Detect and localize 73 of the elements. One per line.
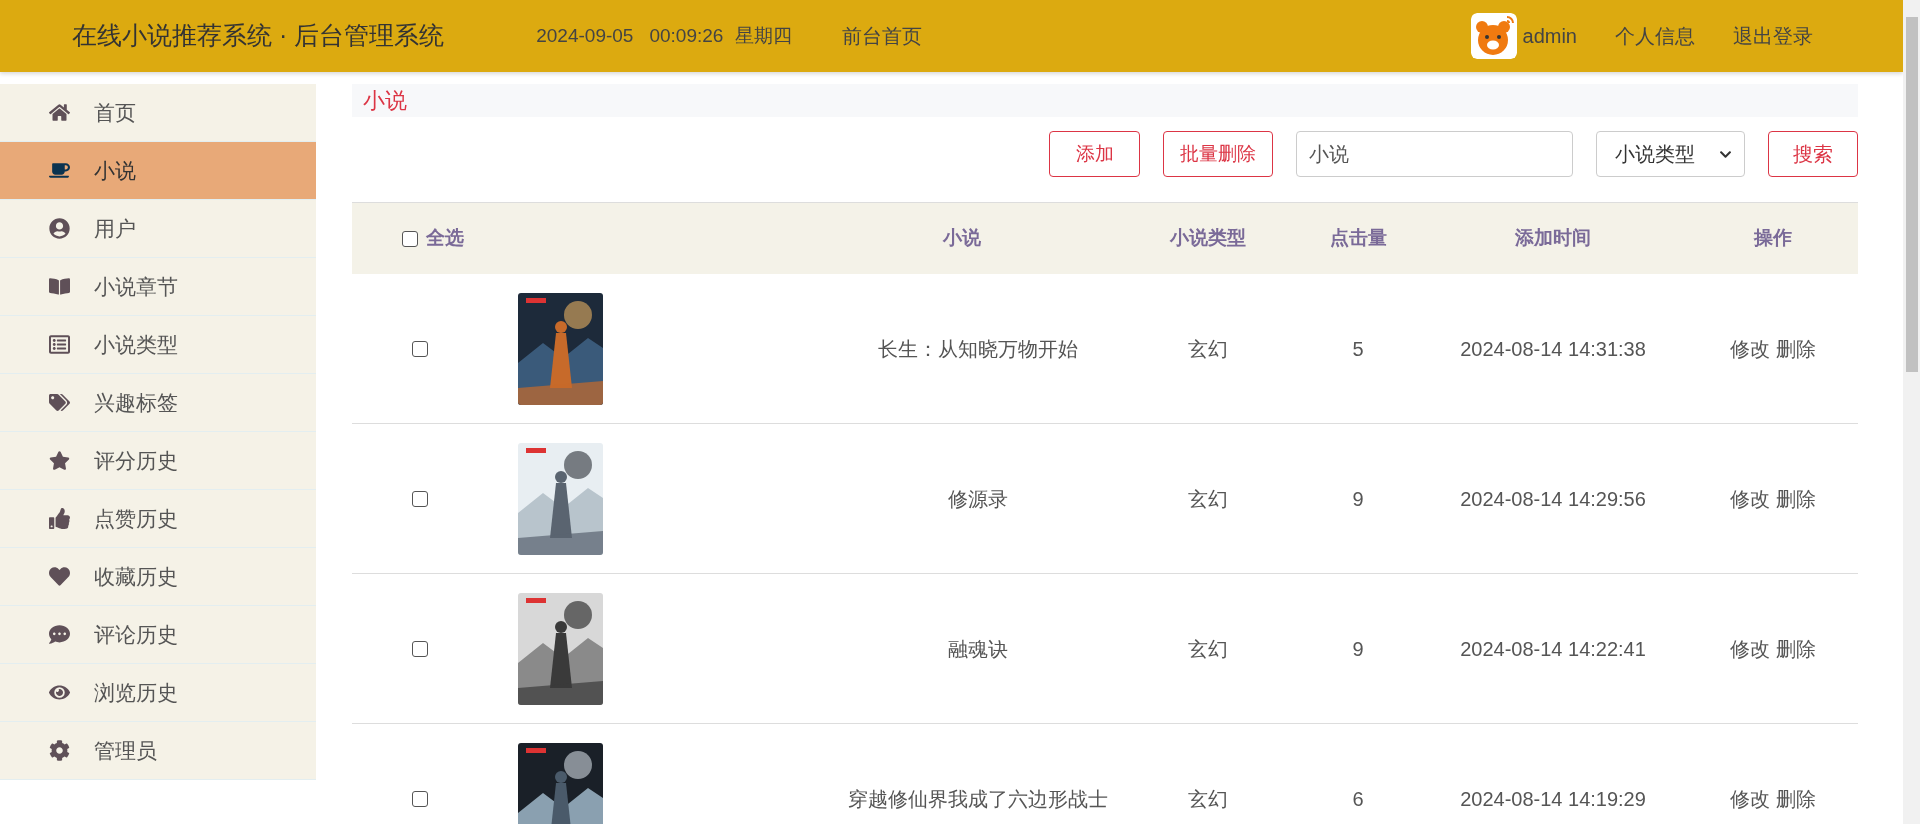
date-text: 2024-09-05 [536,23,634,48]
comment-icon [47,624,71,645]
column-header: 添加时间 [1515,226,1591,251]
sidebar-item[interactable]: 管理员 [0,722,316,780]
type-select[interactable]: 小说类型 [1596,131,1745,177]
checkbox[interactable] [402,230,418,247]
column-header: 点击量 [1329,226,1387,251]
delete-link[interactable]: 删除 [1776,633,1816,664]
settings-icon [47,740,71,761]
weekday-text: 星期四 [735,23,793,48]
search-field[interactable]: 小说 [1296,131,1573,177]
book-icon [47,276,71,297]
heart-icon [47,566,71,587]
column-header: 小说类型 [1170,226,1246,251]
sidebar-item[interactable]: 小说章节 [0,258,316,316]
sidebar-item[interactable]: 用户 [0,200,316,258]
profile-link[interactable]: 个人信息 [1615,21,1695,51]
select-all-label: 全选 [426,226,464,251]
checkbox[interactable] [412,640,428,657]
time-text: 00:09:26 [649,23,724,48]
column-header: 操作 [1754,226,1792,251]
table-cell-text: 玄幻 [1188,786,1228,812]
column-header: 小说 [943,226,981,251]
thumbs-up-icon [47,508,71,529]
table-cell-text: 5 [1352,336,1364,362]
table-cell-text: 2024-08-14 14:22:41 [1460,636,1646,662]
sidebar-item[interactable]: 评分历史 [0,432,316,490]
table-cell-text: 玄幻 [1188,486,1228,512]
delete-link[interactable]: 删除 [1776,333,1816,364]
table-cell-text: 玄幻 [1188,336,1228,362]
star-icon [47,450,71,471]
home-icon [47,102,71,123]
table-cell-text: 修源录 [948,486,1008,512]
table-cell-text: 2024-08-14 14:29:56 [1460,486,1646,512]
table-cell-text: 融魂诀 [948,636,1008,662]
sidebar-item[interactable]: 小说类型 [0,316,316,374]
user-icon [47,218,71,239]
list-icon [47,334,71,355]
edit-link[interactable]: 修改 [1730,483,1770,514]
delete-link[interactable]: 删除 [1776,483,1816,514]
table-cell-text: 9 [1352,486,1364,512]
edit-link[interactable]: 修改 [1730,633,1770,664]
sidebar-item[interactable]: 点赞历史 [0,490,316,548]
sidebar-item[interactable]: 兴趣标签 [0,374,316,432]
coffee-cup-icon [47,160,71,181]
table-cell-text: 2024-08-14 14:31:38 [1460,336,1646,362]
table-cell-text: 6 [1352,786,1364,812]
table-cell-text: 穿越修仙界我成了六边形战士 [848,786,1108,812]
logout-link[interactable]: 退出登录 [1733,21,1813,51]
breadcrumb-text: 小说 [363,87,407,115]
scrollbar[interactable] [1903,0,1920,824]
tags-icon [47,392,71,413]
checkbox[interactable] [412,340,428,357]
sidebar-item[interactable]: 收藏历史 [0,548,316,606]
sidebar-item[interactable]: 小说 [0,142,316,200]
add-button[interactable]: 添加 [1049,131,1140,177]
edit-link[interactable]: 修改 [1730,333,1770,364]
sidebar-item[interactable]: 评论历史 [0,606,316,664]
checkbox[interactable] [412,790,428,807]
table-cell-text: 长生：从知晓万物开始 [878,336,1078,362]
delete-link[interactable]: 删除 [1776,783,1816,814]
avatar-icon [1470,13,1517,59]
table-cell-text: 9 [1352,636,1364,662]
search-button[interactable]: 搜索 [1768,131,1858,177]
home-link[interactable]: 前台首页 [842,21,923,51]
checkbox[interactable] [412,490,428,507]
username: admin [1522,24,1577,49]
app-title: 在线小说推荐系统 · 后台管理系统 [72,20,445,52]
sidebar-item[interactable]: 浏览历史 [0,664,316,722]
batch-delete-button[interactable]: 批量删除 [1163,131,1273,177]
table-cell-text: 2024-08-14 14:19:29 [1460,786,1646,812]
edit-link[interactable]: 修改 [1730,783,1770,814]
table-cell-text: 玄幻 [1188,636,1228,662]
